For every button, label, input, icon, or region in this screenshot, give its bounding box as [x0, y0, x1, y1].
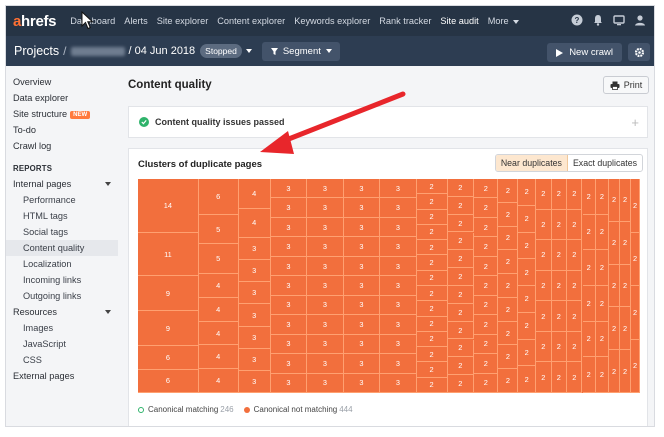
app-window: ahrefs Dashboard Alerts Site explorer Conte…	[5, 5, 655, 427]
annotation-arrow-icon	[260, 91, 406, 154]
mouse-cursor-icon	[81, 11, 94, 30]
